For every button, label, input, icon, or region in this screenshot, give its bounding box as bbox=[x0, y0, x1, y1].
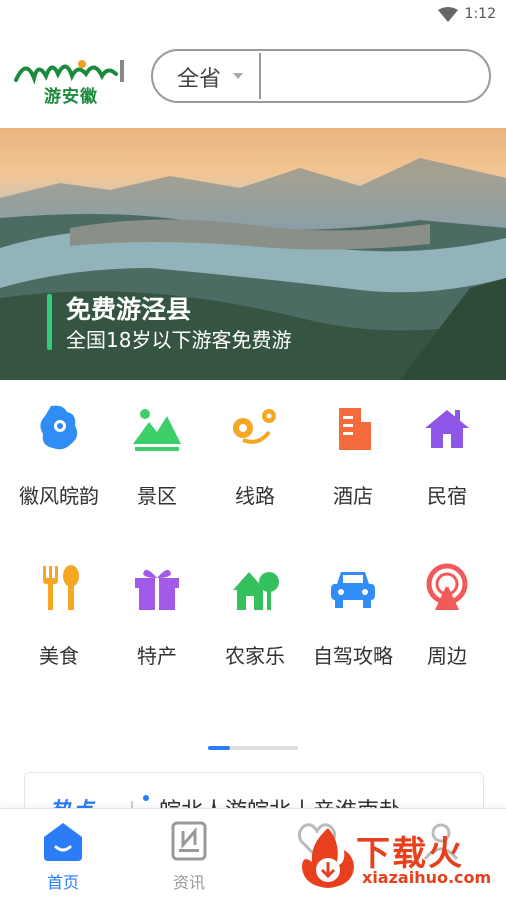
category-label: 徽风皖韵 bbox=[19, 484, 99, 508]
app-logo[interactable]: 游安徽 bbox=[12, 54, 132, 107]
page-indicator-active bbox=[208, 746, 230, 750]
grid-page-indicator bbox=[208, 746, 298, 750]
home-icon bbox=[44, 823, 82, 861]
search-bar: 全省 bbox=[151, 49, 491, 103]
search-input[interactable] bbox=[265, 59, 479, 95]
ferris-wheel-icon bbox=[426, 563, 468, 610]
house-icon bbox=[425, 410, 469, 448]
tab-news[interactable]: 资讯 bbox=[144, 821, 234, 893]
category-item-route[interactable]: 线路 bbox=[206, 402, 304, 516]
category-label: 民宿 bbox=[427, 484, 467, 508]
mountain-icon bbox=[133, 409, 181, 451]
gift-icon bbox=[135, 569, 179, 610]
watermark-url: xiazaihuo.com bbox=[362, 868, 492, 887]
category-label: 美食 bbox=[39, 644, 79, 668]
flame-icon bbox=[302, 828, 354, 888]
banner-accent-bar bbox=[47, 294, 52, 350]
banner-carousel[interactable]: 免费游泾县 全国18岁以下游客免费游 bbox=[0, 128, 506, 380]
category-item-huifeng[interactable]: 徽风皖韵 bbox=[10, 402, 108, 516]
category-item-specialty[interactable]: 特产 bbox=[108, 562, 206, 676]
farmhouse-icon bbox=[233, 572, 279, 610]
category-label: 周边 bbox=[427, 644, 467, 668]
category-label: 酒店 bbox=[333, 484, 373, 508]
clock: 1:12 bbox=[464, 6, 496, 22]
category-item-selfdrive[interactable]: 自驾攻略 bbox=[304, 562, 402, 676]
category-label: 农家乐 bbox=[225, 644, 285, 668]
header: 游安徽 全省 bbox=[0, 42, 506, 112]
logo-text: 游安徽 bbox=[44, 87, 98, 107]
category-item-nearby[interactable]: 周边 bbox=[398, 562, 496, 676]
news-dot bbox=[143, 795, 149, 801]
banner-subtitle: 全国18岁以下游客免费游 bbox=[66, 328, 292, 352]
wifi-icon bbox=[438, 7, 458, 22]
banner-title: 免费游泾县 bbox=[66, 295, 192, 324]
tab-label: 资讯 bbox=[172, 873, 205, 892]
news-icon bbox=[171, 821, 207, 861]
watermark-logo: 下载火 xiazaihuo.com bbox=[298, 822, 498, 894]
route-icon bbox=[233, 409, 276, 444]
food-icon bbox=[43, 565, 79, 610]
car-icon bbox=[331, 572, 375, 608]
status-bar: 1:12 bbox=[0, 0, 506, 30]
caret-down-icon[interactable] bbox=[233, 73, 243, 79]
province-selector[interactable]: 全省 bbox=[177, 61, 221, 93]
category-item-food[interactable]: 美食 bbox=[10, 562, 108, 676]
anhui-map-icon bbox=[40, 405, 78, 450]
tab-home[interactable]: 首页 bbox=[18, 821, 108, 893]
category-item-farmhouse[interactable]: 农家乐 bbox=[206, 562, 304, 676]
category-label: 景区 bbox=[137, 484, 177, 508]
hotel-icon bbox=[339, 408, 371, 450]
search-divider bbox=[259, 53, 261, 99]
category-item-scenic[interactable]: 景区 bbox=[108, 402, 206, 516]
tab-label: 首页 bbox=[46, 873, 79, 892]
category-item-hotel[interactable]: 酒店 bbox=[304, 402, 402, 516]
category-label: 线路 bbox=[235, 484, 275, 508]
category-item-homestay[interactable]: 民宿 bbox=[398, 402, 496, 516]
category-label: 特产 bbox=[137, 644, 177, 668]
category-label: 自驾攻略 bbox=[313, 644, 393, 668]
